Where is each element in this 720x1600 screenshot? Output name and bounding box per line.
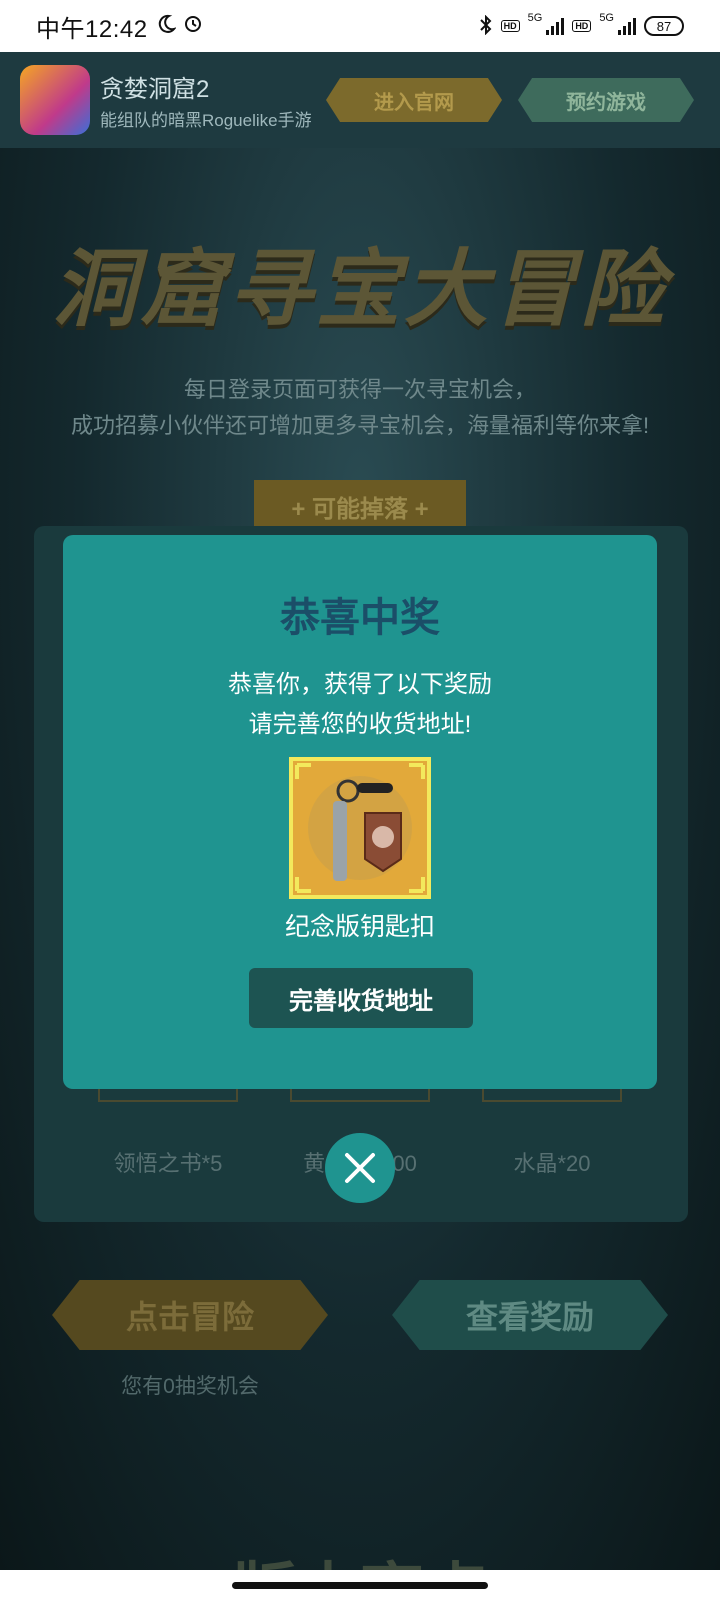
- home-gesture-handle[interactable]: [232, 1582, 488, 1589]
- close-icon: [345, 1153, 375, 1183]
- event-intro: 每日登录页面可获得一次寻宝机会， 成功招募小伙伴还可增加更多寻宝机会，海量福利等…: [0, 372, 720, 444]
- status-bar: 中午12:42 HD 5G HD 5G 87: [0, 0, 720, 52]
- version-highlights-title: 版本亮点: [0, 1542, 720, 1570]
- drop-item-label-1: 领悟之书*5: [113, 1151, 223, 1176]
- prize-image: [289, 757, 431, 899]
- network-type-2: 5G: [599, 12, 614, 24]
- modal-message-line-1: 恭喜你，获得了以下奖励: [228, 671, 492, 698]
- modal-message-line-2: 请完善您的收货地址!: [248, 711, 472, 738]
- official-site-button[interactable]: 进入官网: [326, 78, 502, 122]
- intro-line-2: 成功招募小伙伴还可增加更多寻宝机会，海量福利等你来拿!: [70, 413, 650, 438]
- status-time: 中午12:42: [36, 15, 148, 43]
- app-subtitle: 能组队的暗黑Roguelike手游: [100, 111, 312, 130]
- battery-icon: 87: [644, 16, 684, 36]
- network-type: 5G: [527, 12, 543, 24]
- app-icon: [20, 65, 90, 135]
- intro-line-1: 每日登录页面可获得一次寻宝机会，: [183, 377, 536, 402]
- bluetooth-icon: [479, 14, 493, 38]
- app-header: 贪婪洞窟2 能组队的暗黑Roguelike手游 进入官网 预约游戏: [0, 52, 720, 148]
- modal-title: 恭喜中奖: [280, 596, 440, 640]
- event-title: 洞窟寻宝大冒险: [51, 242, 668, 336]
- keychain-icon: [295, 763, 425, 893]
- alarm-icon: [184, 15, 202, 38]
- drop-item-label-3: 水晶*20: [513, 1151, 591, 1176]
- close-modal-button[interactable]: [325, 1133, 395, 1203]
- view-rewards-button[interactable]: 查看奖励: [392, 1280, 668, 1350]
- reserve-game-button[interactable]: 预约游戏: [518, 78, 694, 122]
- signal-icon-2: [618, 17, 636, 35]
- adventure-button[interactable]: 点击冒险: [52, 1280, 328, 1350]
- hd-icon: HD: [500, 20, 520, 32]
- battery-level: 87: [656, 18, 672, 34]
- complete-address-button[interactable]: 完善收货地址: [249, 968, 473, 1028]
- modal-message: 恭喜你，获得了以下奖励 请完善您的收货地址!: [63, 665, 657, 745]
- moon-icon: [156, 14, 177, 39]
- system-nav-bar: [0, 1570, 720, 1600]
- drops-tag: + 可能掉落 +: [254, 480, 466, 532]
- chances-remaining: 您有0抽奖机会: [121, 1375, 259, 1398]
- prize-modal: 恭喜中奖 恭喜你，获得了以下奖励 请完善您的收货地址! 纪念版钥匙扣 完善收货地…: [63, 535, 657, 1089]
- prize-name: 纪念版钥匙扣: [284, 913, 435, 941]
- hd-icon-2: HD: [572, 20, 592, 32]
- app-name: 贪婪洞窟2: [100, 76, 210, 103]
- signal-icon: [546, 17, 565, 35]
